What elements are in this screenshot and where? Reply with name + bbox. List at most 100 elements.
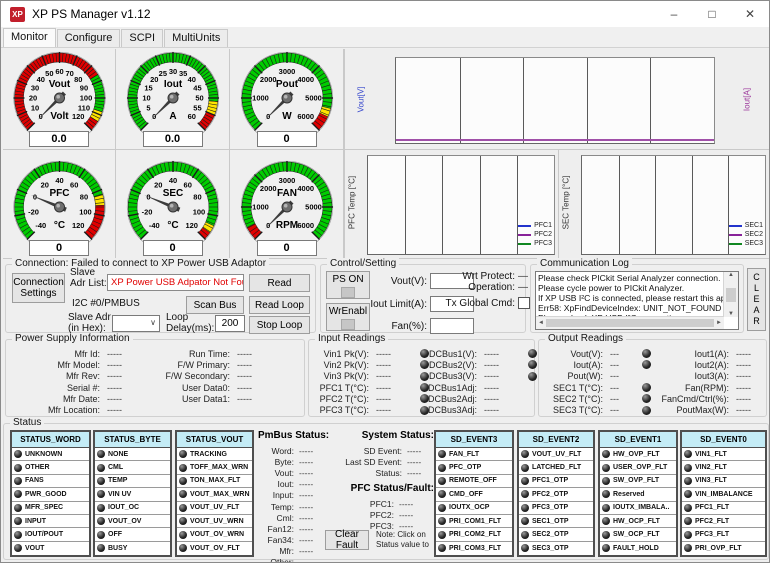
status-row[interactable]: VOUT_OV_FLT: [177, 542, 252, 555]
reading-row: Iout2(A):-----: [647, 359, 766, 370]
status-row[interactable]: SW_OCP_FLT: [600, 528, 676, 541]
tab-configure[interactable]: Configure: [57, 29, 121, 47]
loop-delay-input[interactable]: [215, 315, 245, 332]
log-vertical-scrollbar[interactable]: ▲ ▼: [723, 272, 738, 317]
status-row[interactable]: PFC3_FLT: [682, 528, 765, 541]
status-flag-label: VIN UV: [108, 491, 131, 498]
status-row[interactable]: SEC1_OTP: [519, 515, 593, 528]
status-row[interactable]: PRI_COM1_FLT: [436, 515, 512, 528]
status-row[interactable]: VIN3_FLT: [682, 475, 765, 488]
scroll-thumb[interactable]: [726, 288, 736, 302]
status-row[interactable]: SW_OVP_FLT: [600, 475, 676, 488]
reading-value: -----: [729, 371, 766, 381]
status-row[interactable]: NONE: [95, 448, 170, 461]
status-row[interactable]: MFR_SPEC: [12, 502, 89, 515]
reading-row: Mfr Id:-----: [10, 348, 122, 359]
status-row[interactable]: HW_OCP_FLT: [600, 515, 676, 528]
status-row[interactable]: TON_MAX_FLT: [177, 475, 252, 488]
status-row[interactable]: VIN1_FLT: [682, 448, 765, 461]
status-row[interactable]: TRACKING: [177, 448, 252, 461]
connection-settings-button[interactable]: Connection Settings: [12, 273, 65, 303]
tab-monitor[interactable]: Monitor: [3, 28, 56, 47]
status-row[interactable]: PRI_OVP_FLT: [682, 542, 765, 555]
status-row[interactable]: CML: [95, 461, 170, 474]
status-row[interactable]: FAN_FLT: [436, 448, 512, 461]
status-row[interactable]: INPUT: [12, 515, 89, 528]
status-row[interactable]: HW_OVP_FLT: [600, 448, 676, 461]
fan-set-input[interactable]: [430, 318, 474, 334]
slave-adr-dropdown[interactable]: [112, 315, 160, 332]
status-row[interactable]: VOUT_MAX_WRN: [177, 488, 252, 501]
status-row[interactable]: SEC2_OTP: [519, 528, 593, 541]
status-row[interactable]: CMD_OFF: [436, 488, 512, 501]
tab-scpi[interactable]: SCPI: [121, 29, 163, 47]
status-row[interactable]: PRI_COM2_FLT: [436, 528, 512, 541]
status-row[interactable]: PFC3_OTP: [519, 502, 593, 515]
status-row[interactable]: IOUTX_IMBALA..: [600, 502, 676, 515]
status-row[interactable]: IOUTX_OCP: [436, 502, 512, 515]
status-row[interactable]: PFC_OTP: [436, 461, 512, 474]
status-row[interactable]: VIN_IMBALANCE: [682, 488, 765, 501]
minimize-button[interactable]: –: [655, 1, 693, 27]
scroll-thumb-horizontal[interactable]: [546, 319, 714, 327]
status-row[interactable]: Reserved: [600, 488, 676, 501]
ps-on-button[interactable]: PS ON: [326, 271, 370, 299]
reading-row: DCBus1Adj:-----: [421, 382, 537, 393]
status-row[interactable]: PFC1_FLT: [682, 502, 765, 515]
maximize-button[interactable]: □: [693, 1, 731, 27]
stop-loop-button[interactable]: Stop Loop: [249, 316, 310, 334]
status-row[interactable]: SEC3_OTP: [519, 542, 593, 555]
scroll-down-icon[interactable]: ▼: [728, 311, 734, 317]
status-flag-label: FANS: [25, 477, 44, 484]
status-row[interactable]: VOUT_UV_FLT: [519, 448, 593, 461]
status-row[interactable]: VOUT: [12, 542, 89, 555]
legend-label: SEC3: [745, 240, 763, 247]
read-button[interactable]: Read: [249, 274, 310, 292]
status-row[interactable]: PFC2_OTP: [519, 488, 593, 501]
gauge-vout-value: 0.0: [29, 131, 89, 147]
log-horizontal-scrollbar[interactable]: ◄ ►: [536, 316, 724, 329]
status-row[interactable]: OFF: [95, 528, 170, 541]
tx-global-cmd-checkbox[interactable]: [518, 297, 530, 309]
status-row[interactable]: TEMP: [95, 475, 170, 488]
reading-value: -----: [230, 371, 252, 381]
scroll-left-icon[interactable]: ◄: [538, 320, 544, 326]
scroll-right-icon[interactable]: ►: [716, 320, 722, 326]
status-row[interactable]: TOFF_MAX_WRN: [177, 461, 252, 474]
status-row[interactable]: LATCHED_FLT: [519, 461, 593, 474]
svg-text:90: 90: [80, 83, 88, 92]
status-row[interactable]: VOUT_OV_WRN: [177, 528, 252, 541]
status-flag-label: IOUTX_IMBALA..: [613, 504, 669, 511]
clear-fault-button[interactable]: Clear Fault: [325, 530, 369, 550]
reading-row: DCBus2(V):-----: [421, 359, 537, 370]
reading-label: SEC2 T(°C):: [541, 394, 603, 404]
status-row[interactable]: PWR_GOOD: [12, 488, 89, 501]
read-loop-button[interactable]: Read Loop: [249, 296, 310, 314]
status-row[interactable]: OTHER: [12, 461, 89, 474]
sec-temp-axis-label: SEC Temp [°C]: [562, 168, 571, 238]
scroll-up-icon[interactable]: ▲: [728, 272, 734, 278]
status-row[interactable]: REMOTE_OFF: [436, 475, 512, 488]
status-row[interactable]: PFC2_FLT: [682, 515, 765, 528]
status-row[interactable]: VIN UV: [95, 488, 170, 501]
status-row[interactable]: VOUT_OV: [95, 515, 170, 528]
status-row[interactable]: FAULT_HOLD: [600, 542, 676, 555]
close-button[interactable]: ✕: [731, 1, 769, 27]
status-row[interactable]: IOUT/POUT: [12, 528, 89, 541]
status-row[interactable]: BUSY: [95, 542, 170, 555]
status-row[interactable]: VOUT_UV_FLT: [177, 502, 252, 515]
status-row[interactable]: FANS: [12, 475, 89, 488]
tab-multiunits[interactable]: MultiUnits: [164, 29, 228, 47]
status-led: [179, 504, 187, 512]
status-led: [684, 531, 692, 539]
status-row[interactable]: PFC1_OTP: [519, 475, 593, 488]
status-row[interactable]: USER_OVP_FLT: [600, 461, 676, 474]
status-row[interactable]: PRI_COM3_FLT: [436, 542, 512, 555]
status-row[interactable]: UNKNOWN: [12, 448, 89, 461]
clear-log-button[interactable]: CLEAR: [747, 268, 766, 331]
status-row[interactable]: IOUT_OC: [95, 502, 170, 515]
status-row[interactable]: VOUT_UV_WRN: [177, 515, 252, 528]
status-row[interactable]: VIN2_FLT: [682, 461, 765, 474]
status-flag-label: HW_OCP_FLT: [613, 518, 660, 525]
reading-value: -----: [477, 371, 518, 381]
